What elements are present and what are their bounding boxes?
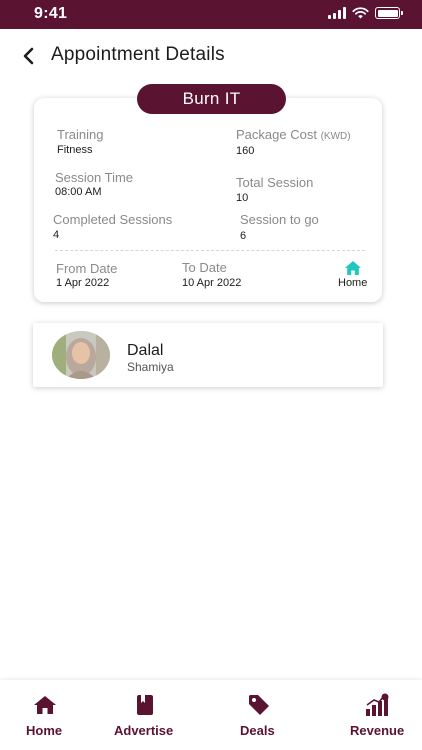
nav-label-advertise: Advertise xyxy=(114,723,174,738)
trainer-name: Dalal xyxy=(127,342,164,359)
completed-sessions-label: Completed Sessions xyxy=(53,212,173,227)
home-icon xyxy=(345,261,361,275)
to-date-value: 10 Apr 2022 xyxy=(182,277,242,289)
completed-sessions-value: 4 xyxy=(53,229,60,241)
tag-icon xyxy=(246,692,272,718)
nav-label-home: Home xyxy=(26,723,63,738)
session-time-label: Session Time xyxy=(55,170,134,185)
page-title: Appointment Details xyxy=(51,44,225,65)
from-date-value: 1 Apr 2022 xyxy=(56,277,110,289)
home-icon xyxy=(32,692,58,718)
wifi-icon xyxy=(352,7,369,19)
revenue-chart-icon xyxy=(364,692,390,718)
trainer-subtitle: Shamiya xyxy=(127,360,174,374)
nav-item-advertise[interactable]: Advertise xyxy=(110,680,184,750)
header: Appointment Details xyxy=(0,38,422,74)
book-icon xyxy=(132,692,158,718)
package-cost-label-text: Package Cost xyxy=(236,127,317,142)
total-session-value: 10 xyxy=(236,192,249,204)
package-title-pill: Burn IT xyxy=(137,84,286,114)
card-divider xyxy=(55,250,365,251)
avatar xyxy=(52,331,110,379)
package-cost-value: 160 xyxy=(236,145,255,157)
chevron-left-icon xyxy=(23,47,34,65)
back-button[interactable] xyxy=(14,42,42,70)
nav-label-revenue: Revenue xyxy=(350,723,405,738)
nav-label-deals: Deals xyxy=(240,723,275,738)
package-cost-unit: (KWD) xyxy=(320,131,351,142)
battery-icon xyxy=(375,7,403,19)
nav-item-home[interactable]: Home xyxy=(14,680,76,750)
package-cost-label: Package Cost (KWD) xyxy=(236,127,351,142)
to-date-label: To Date xyxy=(182,260,227,275)
status-icons xyxy=(328,7,403,19)
session-to-go-label: Session to go xyxy=(240,212,319,227)
from-date-label: From Date xyxy=(56,261,118,276)
nav-item-deals[interactable]: Deals xyxy=(232,680,284,750)
session-to-go-value: 6 xyxy=(240,230,247,242)
location-label: Home xyxy=(338,277,368,289)
bottom-navigation: Home Advertise Deals Revenue xyxy=(0,680,422,750)
status-time: 9:41 xyxy=(34,5,68,22)
training-label: Training xyxy=(57,127,104,142)
nav-item-revenue[interactable]: Revenue xyxy=(344,680,414,750)
total-session-label: Total Session xyxy=(236,175,314,190)
status-bar: 9:41 xyxy=(0,0,422,29)
session-time-value: 08:00 AM xyxy=(55,186,102,198)
training-value: Fitness xyxy=(57,144,93,156)
cellular-signal-icon xyxy=(328,7,346,19)
